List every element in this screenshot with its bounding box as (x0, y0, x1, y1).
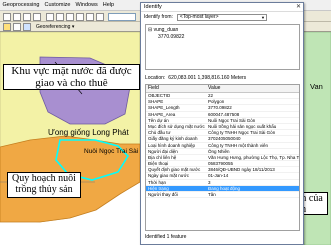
value-cell: Nuôi Ngọc Trai Sài Gòn (208, 117, 256, 123)
value-column-header[interactable]: Value (206, 85, 220, 92)
map-label-van: Van (310, 82, 323, 91)
value-cell: Công ty TNHH một thành viên (208, 142, 268, 148)
close-icon[interactable]: ✕ (294, 3, 303, 11)
field-cell: Tên dự án (148, 117, 169, 123)
field-cell: Loại hình doanh nghiệp (148, 142, 196, 148)
field-cell: Quyết định giao mặt nước (148, 167, 201, 173)
value-cell: 600047.487508 (208, 111, 240, 117)
scale-dropdown[interactable] (108, 12, 136, 21)
identify-title-bar[interactable]: Identify ✕ (141, 3, 303, 12)
cut-icon[interactable] (46, 12, 54, 21)
map-icon[interactable] (23, 23, 31, 31)
map-label-uong-gieng: Ưong giống Long Phát (48, 128, 129, 137)
value-cell: Ông Nhiên (208, 148, 230, 154)
menu-geoprocessing[interactable]: Geoprocessing (0, 2, 42, 8)
callout-aquaculture: Quy hoạch nuôi trồng thủy sản (7, 172, 81, 198)
redo-icon[interactable] (96, 12, 104, 21)
open-icon[interactable] (13, 12, 21, 21)
value-cell: 3846/QĐ-UBND ngày 18/11/2013 (208, 167, 275, 173)
grid-header: Field Value (146, 85, 299, 93)
field-cell: SHAPE (148, 99, 164, 105)
field-cell: SHAPE_Length (148, 105, 180, 111)
chevron-down-icon: ▼ (260, 14, 265, 20)
identify-results-tree[interactable]: ⊟ vung_duan 3770.09822 (145, 24, 300, 70)
field-cell: Mục đích sử dụng mặt nước (148, 123, 205, 129)
table-row[interactable]: Người thay đổi Tân (146, 192, 299, 199)
arcmap-window: Geoprocessing Customize Windows Help Geo… (0, 0, 331, 245)
identify-location-row: Location: 620,083.001 1,398,816.160 Mete… (145, 74, 300, 82)
field-column-header[interactable]: Field (146, 85, 206, 92)
identify-from-label: Identify from: (144, 14, 173, 20)
location-label: Location: (145, 75, 166, 81)
tree-layer-node[interactable]: ⊟ vung_duan (148, 27, 297, 34)
value-cell: Công ty TNHH Ngọc Trai Sài Gòn (208, 130, 276, 136)
table-icon[interactable] (13, 23, 21, 31)
value-cell: 3770.09822 (208, 105, 232, 111)
menu-help[interactable]: Help (100, 2, 116, 8)
value-cell: Polygon (208, 99, 225, 105)
field-cell: Thời hạn (148, 179, 166, 185)
location-value: 620,083.001 1,398,816.160 Meters (168, 75, 247, 81)
identify-title: Identify (144, 4, 162, 10)
field-cell: Điện thoại (148, 161, 169, 167)
value-cell: Văn Hưng Hưng, phường Lộc Thọ, Tp. Nha T… (208, 154, 299, 160)
field-cell: Giấy đăng ký kinh doanh (148, 136, 198, 142)
menu-customize[interactable]: Customize (42, 2, 73, 8)
field-cell: Hiện trạng (148, 185, 169, 191)
georeferencing-menu[interactable]: Georeferencing ▾ (36, 24, 74, 30)
value-cell: Tân (208, 192, 216, 197)
tree-feature-node[interactable]: 3770.09822 (148, 34, 297, 41)
identify-status: Identified 1 feature (145, 234, 187, 240)
undo-icon[interactable] (86, 12, 94, 21)
value-cell: 01-Jan-14 (208, 173, 229, 179)
new-document-icon[interactable] (3, 12, 11, 21)
field-cell: Người đại diện (148, 148, 178, 154)
field-cell: Ngày giao mặt nước (148, 173, 189, 179)
value-cell: 22 (208, 93, 214, 98)
attribute-grid[interactable]: Field Value OBJECTID 22 SHAPE Polygon SHAPE_… (145, 84, 300, 231)
paste-icon[interactable] (66, 12, 74, 21)
grid-rows: OBJECTID 22 SHAPE Polygon SHAPE_Length 3770.0… (146, 93, 299, 199)
identify-from-row: Identify from: <Top-most layer> ▼ (141, 12, 303, 22)
value-cell: Nuôi trồng hải sản ngọc xuất khẩu (208, 123, 277, 129)
callout-water-area: Khu vực mặt nước đã được giao và cho thu… (3, 64, 140, 90)
folder-icon[interactable] (3, 23, 11, 31)
field-cell: Địa chỉ liên hệ (148, 154, 177, 160)
field-cell: OBJECTID (148, 93, 171, 98)
identify-dialog[interactable]: Identify ✕ Identify from: <Top-most laye… (140, 2, 304, 245)
value-cell: 3702405050040 (208, 136, 241, 142)
delete-icon[interactable] (76, 12, 84, 21)
value-cell: Đang hoạt động (208, 185, 241, 191)
value-cell: 0583790055 (208, 161, 234, 167)
menu-windows[interactable]: Windows (73, 2, 100, 8)
identify-from-value: <Top-most layer> (179, 13, 219, 20)
field-cell: Người thay đổi (148, 192, 178, 197)
identify-from-select[interactable]: <Top-most layer> ▼ (176, 13, 267, 21)
value-cell: 3 (208, 179, 211, 185)
save-icon[interactable] (23, 12, 31, 21)
print-icon[interactable] (33, 12, 41, 21)
field-cell: Chủ đầu tư (148, 130, 171, 136)
field-cell: SHAPE_Area (148, 111, 176, 117)
copy-icon[interactable] (56, 12, 64, 21)
